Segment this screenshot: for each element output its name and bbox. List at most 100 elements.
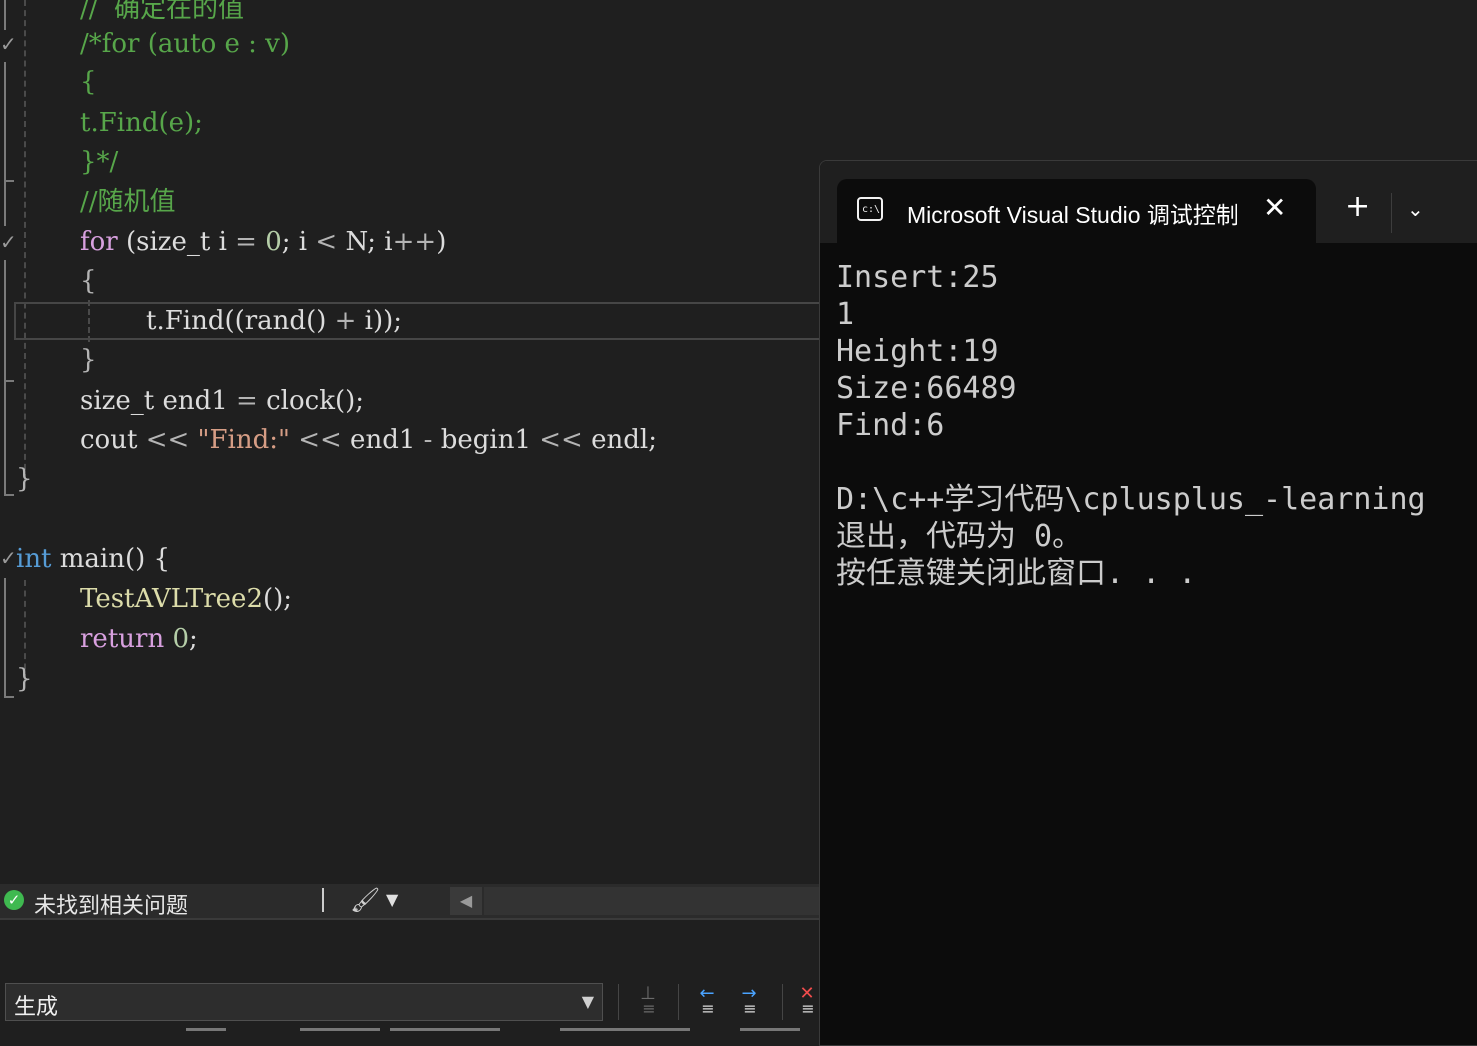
code-token: 0	[172, 624, 189, 654]
code-token: for	[80, 227, 118, 257]
code-token: ();	[263, 584, 293, 614]
code-token: }	[16, 464, 33, 494]
close-icon[interactable]: ✕	[1263, 191, 1286, 224]
code-line[interactable]: // 确定在的值	[80, 0, 244, 28]
code-editor[interactable]: ✓ ✓ ✓ // 确定在的值 /*for (auto e : v) {t.Find(…	[0, 0, 820, 884]
code-line[interactable]: /*for (auto e : v)	[80, 25, 290, 63]
console-icon: c:\	[857, 197, 883, 221]
indent-guide	[24, 0, 26, 480]
code-line[interactable]: int main() {	[16, 540, 170, 578]
code-line[interactable]: size_t end1 = clock();	[80, 382, 364, 420]
fold-end-marker	[4, 494, 14, 496]
fold-line	[4, 182, 14, 226]
toolbar-divider	[782, 984, 783, 1020]
code-token: "Find:"	[197, 425, 290, 455]
code-token: main() {	[51, 544, 171, 574]
find-message-icon[interactable]: ⊥ ≡	[633, 985, 663, 1018]
next-message-icon[interactable]: → ≡	[734, 985, 764, 1018]
code-token: t.Find((rand()	[146, 306, 335, 336]
code-token: +	[334, 306, 357, 336]
code-line[interactable]: TestAVLTree2();	[80, 580, 292, 618]
terminal-line: 按任意键关闭此窗口. . .	[836, 556, 1197, 591]
code-line[interactable]: t.Find((rand() + i));	[146, 302, 402, 340]
terminal-line: Height:19	[836, 334, 999, 369]
code-line[interactable]: cout << "Find:" << end1 - begin1 << endl…	[80, 421, 657, 459]
code-token: endl;	[582, 425, 657, 455]
code-token: 0	[265, 227, 282, 257]
code-line[interactable]: t.Find(e);	[80, 104, 203, 142]
chevron-down-icon: ▼	[581, 992, 594, 1011]
code-token: }	[80, 345, 97, 375]
code-line[interactable]: }	[80, 341, 97, 379]
code-line[interactable]: for (size_t i = 0; i < N; i++)	[80, 223, 446, 261]
toolbar-divider	[618, 984, 619, 1020]
debug-console-window[interactable]: c:\ Microsoft Visual Studio 调试控制台 ✕ + ⌄ …	[819, 160, 1477, 1046]
code-line[interactable]: return 0;	[80, 620, 198, 658]
fold-check-icon[interactable]: ✓	[0, 546, 17, 570]
code-token: //随机值	[80, 187, 176, 217]
code-token: ; i	[281, 227, 316, 257]
code-line[interactable]: }	[16, 660, 33, 698]
horizontal-scrollbar[interactable]	[484, 887, 820, 915]
code-token: TestAVLTree2	[80, 584, 263, 614]
code-token: )	[436, 227, 447, 257]
terminal-tab[interactable]: c:\ Microsoft Visual Studio 调试控制台 ✕	[837, 179, 1316, 243]
new-tab-plus-icon[interactable]: +	[1345, 189, 1370, 224]
code-token: <<	[539, 425, 583, 455]
terminal-output[interactable]: Insert:25 1 Height:19 Size:66489 Find:6 …	[836, 259, 1477, 592]
check-circle-icon: ✓	[4, 890, 24, 910]
code-line[interactable]: }	[16, 460, 33, 498]
code-token: N; i	[337, 227, 393, 257]
code-token: size_t end1	[80, 386, 237, 416]
terminal-line: Insert:25	[836, 260, 999, 295]
chevron-down-icon[interactable]: ⌄	[1407, 197, 1424, 221]
code-line[interactable]: }*/	[80, 143, 118, 181]
code-token: ++	[392, 227, 437, 257]
issues-status-text[interactable]: 未找到相关问题	[34, 888, 188, 920]
code-token: =	[236, 386, 258, 416]
terminal-line: 1	[836, 297, 855, 332]
titlebar-divider	[1391, 193, 1392, 233]
editor-status-bar: ✓ 未找到相关问题 🖌 ▼ ◀	[0, 884, 820, 918]
code-token: begin1	[432, 425, 540, 455]
fold-line	[4, 260, 14, 380]
code-token: i));	[356, 306, 403, 336]
code-token: end1	[341, 425, 424, 455]
fold-line	[4, 0, 14, 30]
previous-message-icon[interactable]: ← ≡	[692, 985, 722, 1018]
terminal-line: Find:6	[836, 408, 945, 443]
code-token: =	[235, 227, 257, 257]
chevron-left-icon[interactable]: ◀	[450, 887, 482, 915]
clear-all-icon[interactable]: ✕ ≡	[795, 986, 819, 1018]
code-token: (size_t i	[117, 227, 236, 257]
terminal-line: D:\c++学习代码\cplusplus_-learning	[836, 482, 1426, 517]
fold-end-marker	[4, 696, 14, 698]
code-line[interactable]: //随机值	[80, 183, 176, 221]
output-text-peek	[0, 1024, 820, 1044]
broom-icon[interactable]: 🖌	[350, 886, 380, 914]
fold-line	[4, 62, 14, 180]
terminal-line: 退出，代码为 0。	[836, 519, 1083, 554]
code-token: <	[315, 227, 338, 257]
fold-check-icon[interactable]: ✓	[0, 32, 17, 56]
code-token: cout	[80, 425, 146, 455]
output-source-select[interactable]: 生成 ▼	[5, 983, 603, 1021]
terminal-line: Size:66489	[836, 371, 1017, 406]
code-token: return	[80, 624, 165, 654]
toolbar-divider	[678, 984, 679, 1020]
code-token: t.Find(e);	[80, 108, 203, 138]
output-source-value: 生成	[14, 994, 59, 1019]
chevron-down-icon[interactable]: ▼	[386, 890, 398, 909]
fold-line	[4, 578, 14, 696]
code-line[interactable]: {	[80, 262, 97, 300]
fold-check-icon[interactable]: ✓	[0, 230, 17, 254]
status-divider	[322, 888, 324, 912]
terminal-titlebar[interactable]: c:\ Microsoft Visual Studio 调试控制台 ✕ + ⌄	[820, 161, 1477, 243]
code-line[interactable]: {	[80, 63, 97, 101]
fold-line	[4, 382, 14, 494]
code-token: {	[80, 266, 97, 296]
